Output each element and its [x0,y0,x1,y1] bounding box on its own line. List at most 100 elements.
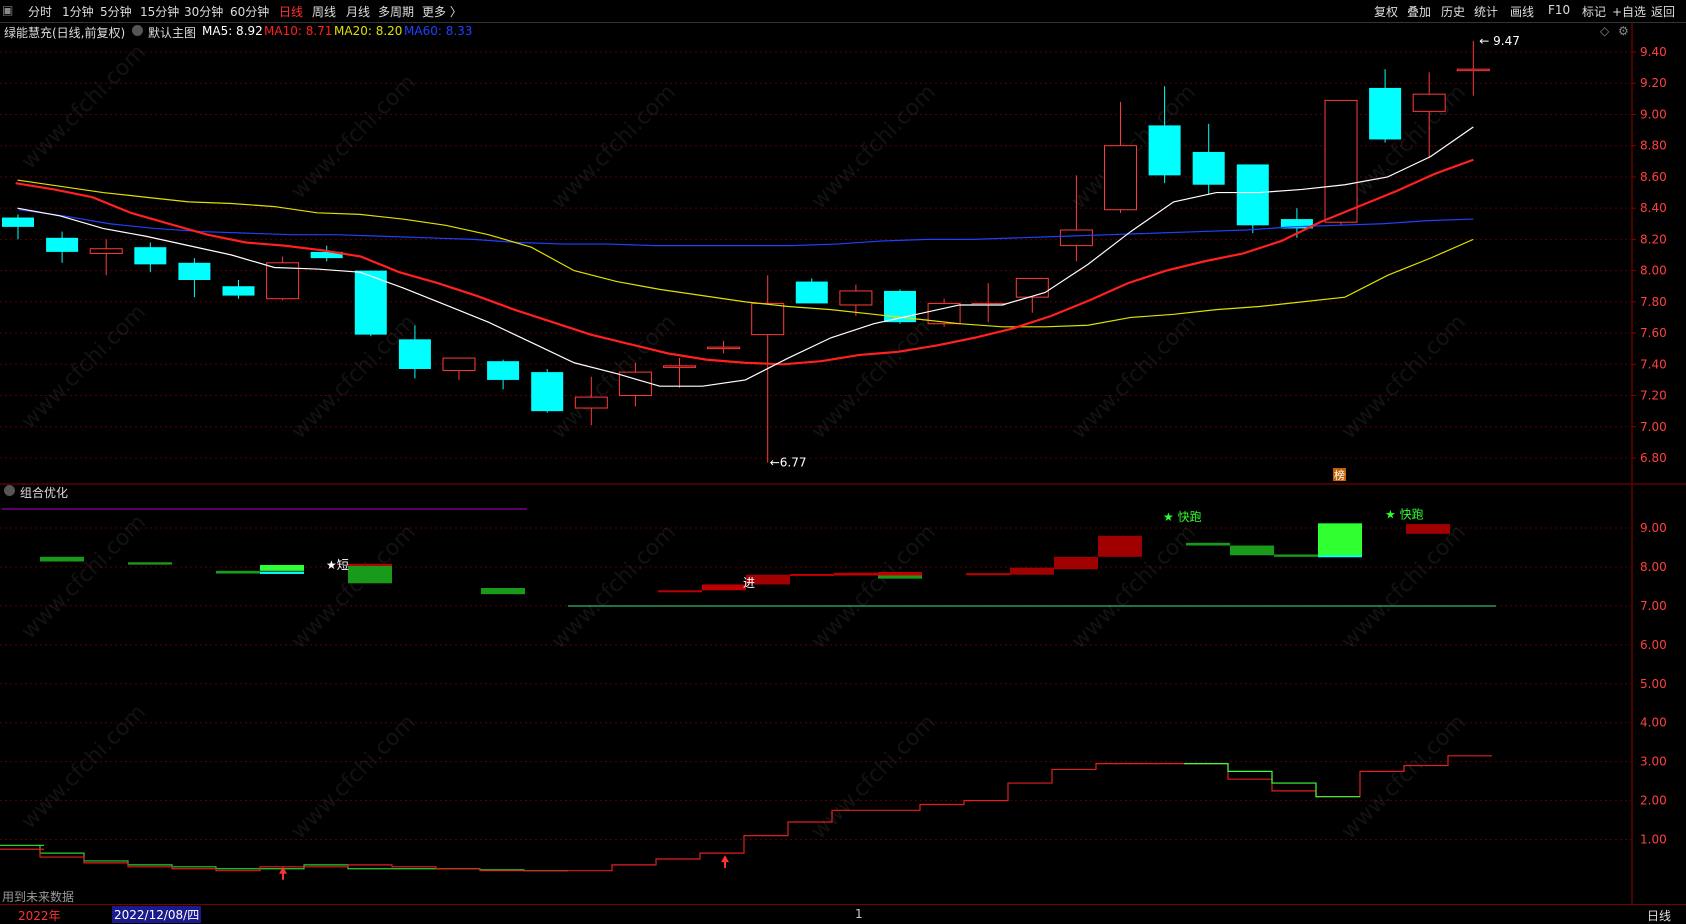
candle-body-up [1456,68,1490,72]
toolbar-button-7[interactable]: +自选 [1612,3,1646,20]
tab-10[interactable]: 更多 〉 [422,3,462,20]
period-label[interactable]: 日线 [1647,907,1671,924]
high-price-label: ← 9.47 [1479,34,1520,48]
toolbar-button-2[interactable]: 历史 [1441,3,1465,20]
signal-block [128,562,172,565]
candle-body-up [574,396,608,409]
signal-block [878,572,922,576]
toolbar-button-4[interactable]: 画线 [1510,3,1534,20]
watermark: www.cfchi.com [287,710,421,844]
signal-block [348,563,392,566]
tab-3[interactable]: 15分钟 [140,3,179,20]
tab-7[interactable]: 周线 [312,3,336,20]
signal-block [1406,524,1450,534]
watermark: www.cfchi.com [17,300,151,434]
toolbar-button-3[interactable]: 统计 [1474,3,1498,20]
toolbar-button-8[interactable]: 返回 [1651,3,1675,20]
price-tick-label: 6.80 [1640,451,1667,465]
watermark: www.cfchi.com [17,700,151,834]
short-signal-label: ★短 [326,558,349,572]
watermark: www.cfchi.com [1337,310,1471,444]
signal-block [1010,567,1054,575]
menu-icon[interactable]: ▣ [2,3,13,17]
price-tick-label: 8.00 [1640,264,1667,278]
signal-block [834,572,878,576]
watermark: www.cfchi.com [1067,310,1201,444]
tab-0[interactable]: 分时 [28,3,52,20]
watermark: www.cfchi.com [547,520,681,654]
price-tick-label: 7.80 [1640,295,1667,309]
candle-body-down [2,217,34,227]
price-tick-label: 9.00 [1640,107,1667,121]
candle-body-down [1369,87,1402,140]
watermark: www.cfchi.com [807,520,941,654]
signal-block [40,556,84,562]
up-arrow-icon [721,855,729,869]
price-tick-label: 8.40 [1640,201,1667,215]
signal-block [702,584,746,591]
signal-block [658,590,702,593]
kline-chart[interactable]: 9.40 9.20 9.00 8.80 8.60 8.40 8.20 8.00 7.80 7.60… [0,22,1686,904]
price-tick-label: 8.80 [1640,139,1667,153]
toolbar-button-6[interactable]: 标记 [1582,3,1606,20]
watermark: www.cfchi.com [287,310,421,444]
candle-body-down [531,372,564,412]
axis-mark: 1 [855,907,863,921]
tab-9[interactable]: 多周期 [378,3,414,20]
signal-block [348,565,392,584]
toolbar-button-0[interactable]: 复权 [1374,3,1398,20]
tab-1[interactable]: 1分钟 [62,3,94,20]
price-tick-label: 8.60 [1640,170,1667,184]
watermark: www.cfchi.com [807,310,941,444]
signal-block [1318,523,1362,557]
candle-body-down [222,286,255,296]
candle-body-down [487,361,520,380]
indicator-tick-label: 2.00 [1640,794,1667,808]
watermark: www.cfchi.com [17,40,151,174]
indicator-tick-label: 4.00 [1640,716,1667,730]
toolbar-button-5[interactable]: F10 [1548,3,1570,17]
watermark: www.cfchi.com [287,70,421,204]
tab-8[interactable]: 月线 [346,3,370,20]
signal-block [1318,555,1362,558]
candle-body-up [663,365,696,368]
cursor-date-label: 2022/12/08/四 [112,906,202,923]
tab-4[interactable]: 30分钟 [184,3,223,20]
tab-2[interactable]: 5分钟 [100,3,132,20]
tab-5[interactable]: 60分钟 [230,3,269,20]
candle-body-up [839,290,873,306]
watermark: www.cfchi.com [17,510,151,644]
green-step-line-late [1184,762,1360,798]
candle-body-down [1148,125,1181,176]
fast-run-label-1: ★ 快跑 [1163,510,1202,524]
candle-body-down [46,237,79,252]
indicator-tick-label: 9.00 [1640,521,1667,535]
signal-block [481,587,525,595]
period-toolbar: ▣ 分时 1分钟 5分钟 15分钟 30分钟 60分钟 日线 周线 月线 多周期 更多 〉 复权 叠加… [0,0,1686,23]
signal-block [966,573,1010,576]
indicator-tick-label: 1.00 [1640,833,1667,847]
price-tick-label: 7.00 [1640,420,1667,434]
signal-block [1098,535,1142,557]
toolbar-button-1[interactable]: 叠加 [1407,3,1431,20]
candle-body-up [1104,145,1137,211]
tab-6[interactable]: 日线 [279,3,303,20]
indicator-tick-label: 5.00 [1640,677,1667,691]
candle-body-up [1412,93,1446,112]
indicator-tick-label: 8.00 [1640,560,1667,574]
indicator-tick-label: 6.00 [1640,638,1667,652]
signal-block [790,573,834,576]
candle-body-up [707,346,741,350]
candle-body-up [1015,277,1049,298]
watermark: www.cfchi.com [807,710,941,844]
signal-block [1274,554,1318,557]
year-label: 2022年 [18,909,61,923]
signal-block [1054,556,1098,570]
price-tick-label: 9.40 [1640,45,1667,59]
signal-block [216,570,260,574]
watermark: www.cfchi.com [1337,710,1471,844]
indicator-tick-label: 7.00 [1640,599,1667,613]
price-tick-label: 7.40 [1640,357,1667,371]
low-price-label: ←6.77 [770,456,807,470]
candle-body-up [442,357,476,372]
